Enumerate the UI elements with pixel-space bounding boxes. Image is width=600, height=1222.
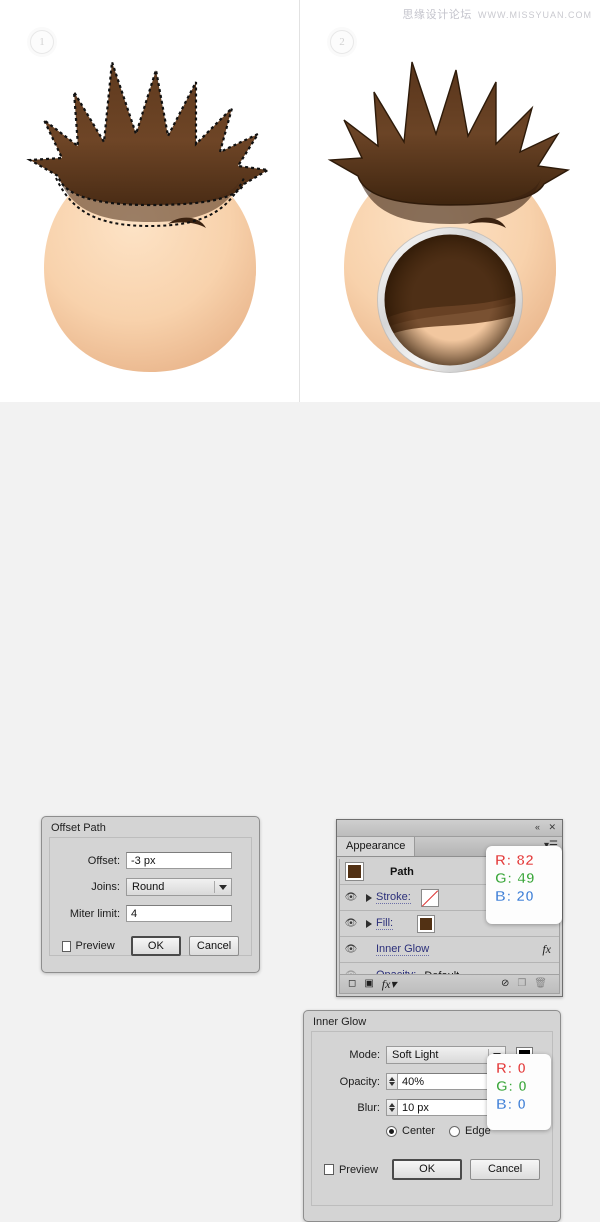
- joins-select-divider: [214, 881, 215, 893]
- step-panel-1: 1: [0, 0, 300, 402]
- offset-path-actions: Preview OK Cancel: [62, 936, 239, 956]
- edge-radio[interactable]: [449, 1125, 461, 1137]
- appearance-row-path-label: Path: [390, 865, 414, 878]
- visibility-eye-icon[interactable]: 👁: [340, 944, 362, 955]
- dialogs-area: Offset Path Offset: -3 px Joins: Round M…: [0, 402, 600, 1222]
- rgb-g-value: 49: [517, 870, 536, 888]
- blur-label: Blur:: [357, 1101, 380, 1114]
- duplicate-item-icon[interactable]: ❐: [517, 978, 526, 990]
- rgb-b-value: 20: [516, 888, 535, 906]
- delete-item-icon[interactable]: 🗑: [534, 978, 547, 990]
- offset-path-dialog: Offset Path Offset: -3 px Joins: Round M…: [41, 816, 260, 973]
- appearance-row-fill-label[interactable]: Fill:: [376, 917, 394, 930]
- rgb-g-label: G:: [496, 1078, 514, 1096]
- chevron-down-icon: [219, 885, 227, 890]
- blend-mode-value: Soft Light: [392, 1049, 439, 1061]
- rgb-b-line: B: 0: [496, 1096, 542, 1114]
- ok-button[interactable]: OK: [130, 936, 182, 956]
- mode-label: Mode:: [349, 1049, 380, 1061]
- clear-appearance-icon[interactable]: ⊘: [501, 978, 509, 990]
- hair-shape: [327, 61, 571, 206]
- visibility-eye-icon[interactable]: 👁: [340, 892, 362, 903]
- appearance-row-stroke-label[interactable]: Stroke:: [376, 891, 411, 904]
- preview-label: Preview: [338, 1163, 379, 1176]
- visibility-eye-icon[interactable]: 👁: [340, 918, 362, 929]
- ok-button[interactable]: OK: [392, 1159, 463, 1180]
- appearance-row-inner-glow[interactable]: 👁 Inner Glow fx: [340, 937, 559, 963]
- preview-label: Preview: [75, 940, 115, 952]
- path-swatch-icon[interactable]: [345, 862, 364, 881]
- rgb-r-label: R:: [495, 852, 512, 870]
- hair-shape: [30, 62, 268, 205]
- offset-label: Offset:: [87, 854, 120, 867]
- joins-label: Joins:: [91, 881, 120, 893]
- rgb-r-line: R: 82: [495, 852, 553, 870]
- tab-appearance[interactable]: Appearance: [337, 837, 416, 856]
- artwork-step-1: [26, 61, 272, 372]
- opacity-label: Opacity:: [339, 1075, 380, 1088]
- offset-row: Offset: -3 px: [62, 852, 239, 869]
- opacity-stepper[interactable]: [386, 1073, 397, 1090]
- rgb-g-line: G: 0: [496, 1078, 542, 1096]
- rgb-b-line: B: 20: [495, 888, 553, 906]
- miter-limit-row: Miter limit: 4: [62, 905, 239, 922]
- artwork-step-2: [327, 61, 571, 373]
- appearance-titlebar: « ✕: [337, 820, 562, 837]
- preview-checkbox[interactable]: [62, 940, 71, 952]
- rgb-b-label: B:: [496, 1096, 513, 1114]
- rgb-b-label: B:: [495, 888, 512, 906]
- new-fill-icon[interactable]: ▣: [364, 978, 373, 990]
- rgb-g-line: G: 49: [495, 870, 553, 888]
- expand-triangle-icon[interactable]: [362, 889, 376, 907]
- inner-glow-title: Inner Glow: [313, 1016, 367, 1028]
- rgb-r-line: R: 0: [496, 1060, 542, 1078]
- step-panel-2: 思缘设计论坛 WWW.MISSYUAN.COM 2: [300, 0, 600, 402]
- cancel-button[interactable]: Cancel: [189, 936, 239, 956]
- offset-path-title: Offset Path: [51, 822, 106, 834]
- expand-triangle-icon[interactable]: [362, 915, 376, 933]
- tutorial-screenshot: 1 思缘设计论坛 WWW.MISSYUAN.COM 2 Offset Path …: [0, 0, 600, 1222]
- rgb-r-value: 82: [516, 852, 535, 870]
- joins-select[interactable]: Round: [126, 878, 232, 896]
- rgb-g-value: 0: [518, 1078, 528, 1096]
- appearance-row-inner-glow-label[interactable]: Inner Glow: [376, 943, 430, 956]
- rgb-r-label: R:: [496, 1060, 513, 1078]
- collapse-icon[interactable]: «: [535, 822, 540, 833]
- offset-input[interactable]: -3 px: [126, 852, 232, 869]
- rgb-callout-path-color: R: 82 G: 49 B: 20: [486, 846, 562, 924]
- preview-checkbox[interactable]: [324, 1164, 334, 1175]
- center-label: Center: [402, 1125, 436, 1137]
- new-stroke-icon[interactable]: ◻: [348, 978, 356, 990]
- rgb-b-value: 0: [517, 1096, 527, 1114]
- rgb-g-label: G:: [495, 870, 513, 888]
- inner-glow-actions: Preview OK Cancel: [324, 1159, 541, 1180]
- joins-row: Joins: Round: [62, 878, 239, 896]
- fill-color-swatch-icon[interactable]: [417, 914, 436, 933]
- joins-select-value: Round: [132, 881, 165, 893]
- miter-limit-label: Miter limit:: [69, 907, 120, 920]
- tutorial-image-strip: 1 思缘设计论坛 WWW.MISSYUAN.COM 2: [0, 0, 600, 402]
- rgb-callout-glow-color: R: 0 G: 0 B: 0: [487, 1054, 551, 1130]
- add-effect-icon[interactable]: fx▾: [382, 978, 397, 990]
- center-radio[interactable]: [386, 1125, 397, 1137]
- miter-limit-input[interactable]: 4: [126, 905, 232, 922]
- appearance-bottom-toolbar: ◻ ▣ fx▾ ⊘ ❐ 🗑: [339, 974, 560, 994]
- stroke-none-swatch-icon[interactable]: [420, 888, 439, 907]
- blur-stepper[interactable]: [386, 1099, 397, 1116]
- close-icon[interactable]: ✕: [548, 822, 556, 833]
- cancel-button[interactable]: Cancel: [470, 1159, 541, 1180]
- rgb-r-value: 0: [517, 1060, 527, 1078]
- effect-fx-icon[interactable]: fx: [542, 942, 551, 957]
